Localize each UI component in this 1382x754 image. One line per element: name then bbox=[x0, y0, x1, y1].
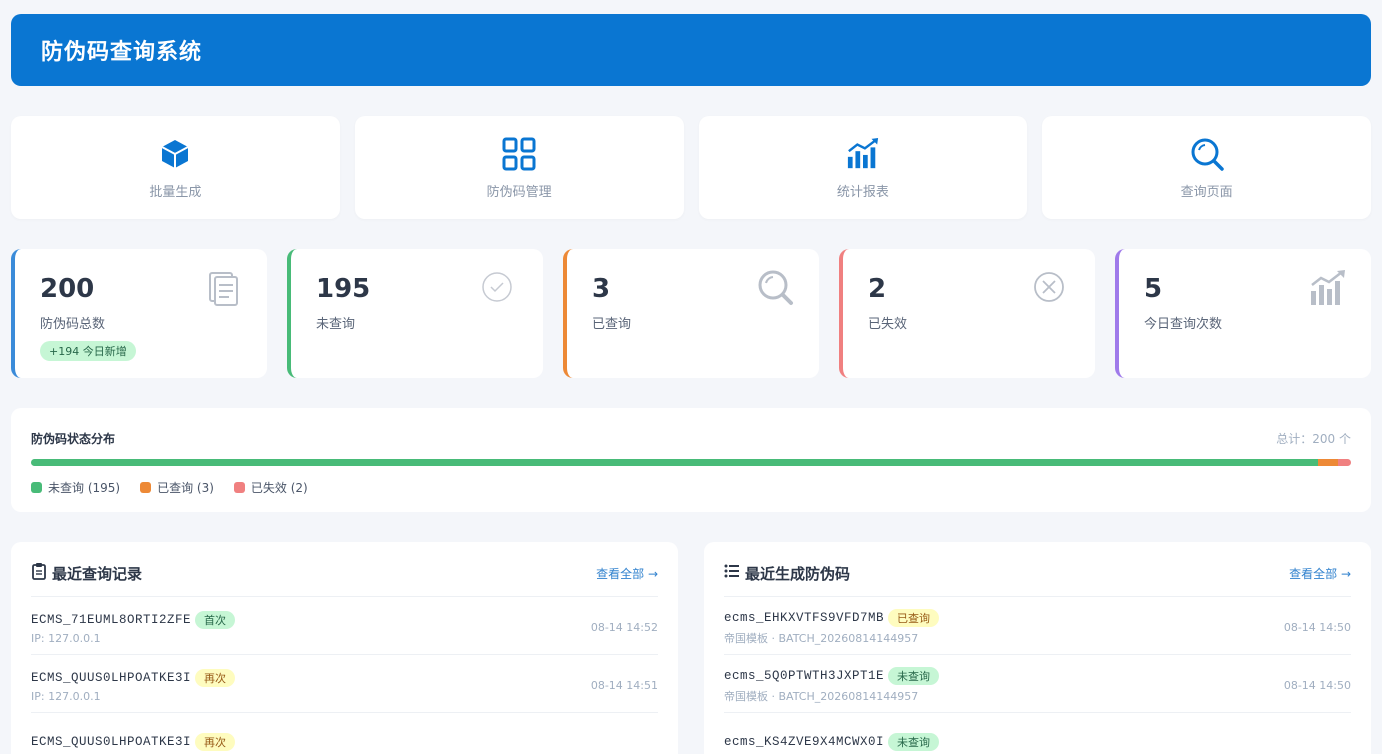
query-ip: IP: 127.0.0.1 bbox=[31, 631, 101, 645]
chart-icon bbox=[1309, 269, 1349, 309]
query-code: ECMS_QUUS0LHPOATKE3I bbox=[31, 735, 192, 749]
app-title: 防伪码查询系统 bbox=[41, 40, 203, 65]
search-icon bbox=[757, 269, 797, 309]
stat-label: 今日查询次数 bbox=[1144, 317, 1223, 332]
code-time: 08-14 14:50 bbox=[1283, 679, 1351, 692]
panel-title: 最近查询记录 bbox=[52, 564, 143, 583]
legend-label: 未查询 (195) bbox=[48, 481, 121, 495]
distribution-title: 防伪码状态分布 bbox=[31, 432, 116, 446]
code-value: ecms_5Q0PTWTH3JXPT1E bbox=[724, 669, 885, 683]
status-badge: 再次 bbox=[195, 733, 236, 751]
legend-label: 已失效 (2) bbox=[250, 481, 308, 495]
grid-icon bbox=[502, 137, 536, 171]
nav-label: 防伪码管理 bbox=[486, 185, 552, 200]
legend-item-queried: 已查询 (3) bbox=[140, 479, 214, 496]
nav-query-page[interactable]: 查询页面 bbox=[1042, 116, 1371, 219]
nav-label: 查询页面 bbox=[1180, 185, 1233, 200]
stat-badge: +194 今日新增 bbox=[40, 341, 136, 361]
legend-item-invalid: 已失效 (2) bbox=[233, 479, 308, 496]
legend-dot bbox=[31, 482, 42, 493]
stat-label: 防伪码总数 bbox=[40, 317, 106, 332]
nav-statistics[interactable]: 统计报表 bbox=[698, 116, 1028, 219]
recent-queries-panel: 最近查询记录 查看全部 → ECMS_71EUML8ORTI2ZFE 首次 IP… bbox=[11, 542, 678, 754]
app-header: 防伪码查询系统 bbox=[11, 14, 1371, 86]
legend-label: 已查询 (3) bbox=[157, 481, 214, 495]
clipboard-icon bbox=[31, 562, 47, 584]
legend-dot bbox=[140, 482, 152, 493]
box-icon bbox=[158, 137, 192, 171]
code-value: ecms_EHKXVTFS9VFD7MB bbox=[724, 611, 885, 625]
stats-row: 200 防伪码总数 +194 今日新增 195 未查询 3 已查询 2 已失效 … bbox=[11, 249, 1371, 378]
list-item[interactable]: ECMS_QUUS0LHPOATKE3I 再次 bbox=[31, 713, 658, 754]
stat-label: 已失效 bbox=[868, 317, 908, 332]
list-item[interactable]: ecms_KS4ZVE9X4MCWX0I 未查询 bbox=[724, 713, 1351, 754]
view-all-queries-link[interactable]: 查看全部 → bbox=[596, 565, 658, 582]
status-badge: 再次 bbox=[195, 668, 236, 687]
distribution-segment bbox=[1337, 459, 1351, 466]
x-circle-icon bbox=[1033, 269, 1073, 309]
distribution-legend: 未查询 (195) 已查询 (3) 已失效 (2) bbox=[31, 479, 1351, 496]
stat-today-queries: 5 今日查询次数 bbox=[1115, 249, 1371, 378]
list-icon bbox=[724, 564, 740, 582]
stat-queried: 3 已查询 bbox=[563, 249, 819, 378]
code-batch: 帝国模板 · BATCH_20260814144957 bbox=[724, 690, 919, 703]
nav-code-management[interactable]: 防伪码管理 bbox=[354, 116, 684, 219]
nav-label: 批量生成 bbox=[149, 185, 202, 200]
search-icon bbox=[1190, 137, 1224, 171]
query-time: 08-14 14:51 bbox=[590, 679, 658, 692]
check-circle-icon bbox=[481, 269, 521, 309]
legend-item-unqueried: 未查询 (195) bbox=[31, 479, 120, 496]
query-ip: IP: 127.0.0.1 bbox=[31, 689, 101, 703]
nav-batch-generate[interactable]: 批量生成 bbox=[11, 116, 340, 219]
query-code: ECMS_QUUS0LHPOATKE3I bbox=[31, 670, 192, 685]
bar-chart-icon bbox=[846, 137, 880, 171]
code-value: ecms_KS4ZVE9X4MCWX0I bbox=[724, 735, 885, 749]
query-code: ECMS_71EUML8ORTI2ZFE bbox=[31, 612, 192, 627]
query-time: 08-14 14:52 bbox=[590, 621, 658, 634]
list-item[interactable]: ecms_5Q0PTWTH3JXPT1E 未查询 帝国模板 · BATCH_20… bbox=[724, 655, 1351, 713]
code-batch: 帝国模板 · BATCH_20260814144957 bbox=[724, 632, 919, 645]
distribution-bar bbox=[31, 459, 1351, 466]
stat-unqueried: 195 未查询 bbox=[287, 249, 543, 378]
status-distribution: 防伪码状态分布 总计：200 个 未查询 (195) 已查询 (3) 已失效 (… bbox=[11, 408, 1371, 512]
status-badge: 首次 bbox=[195, 610, 236, 629]
list-item[interactable]: ECMS_QUUS0LHPOATKE3I 再次 IP: 127.0.0.1 08… bbox=[31, 655, 658, 713]
list-item[interactable]: ECMS_71EUML8ORTI2ZFE 首次 IP: 127.0.0.1 08… bbox=[31, 597, 658, 655]
code-time: 08-14 14:50 bbox=[1283, 621, 1351, 634]
legend-dot bbox=[233, 482, 245, 493]
distribution-segment bbox=[1318, 459, 1338, 466]
nav-label: 统计报表 bbox=[836, 185, 889, 200]
status-badge: 未查询 bbox=[888, 733, 940, 751]
view-all-codes-link[interactable]: 查看全部 → bbox=[1289, 565, 1351, 582]
stat-label: 未查询 bbox=[316, 317, 356, 332]
panel-title: 最近生成防伪码 bbox=[745, 564, 851, 583]
quick-nav: 批量生成 防伪码管理 统计报表 查询页面 bbox=[11, 116, 1371, 219]
stat-label: 已查询 bbox=[592, 317, 632, 332]
distribution-total: 总计：200 个 bbox=[1276, 432, 1351, 446]
recent-codes-panel: 最近生成防伪码 查看全部 → ecms_EHKXVTFS9VFD7MB 已查询 … bbox=[704, 542, 1371, 754]
status-badge: 已查询 bbox=[888, 609, 940, 627]
document-icon bbox=[205, 269, 245, 309]
distribution-segment bbox=[31, 459, 1318, 466]
stat-invalid: 2 已失效 bbox=[839, 249, 1095, 378]
list-item[interactable]: ecms_EHKXVTFS9VFD7MB 已查询 帝国模板 · BATCH_20… bbox=[724, 597, 1351, 655]
status-badge: 未查询 bbox=[888, 667, 940, 685]
stat-total: 200 防伪码总数 +194 今日新增 bbox=[11, 249, 267, 378]
